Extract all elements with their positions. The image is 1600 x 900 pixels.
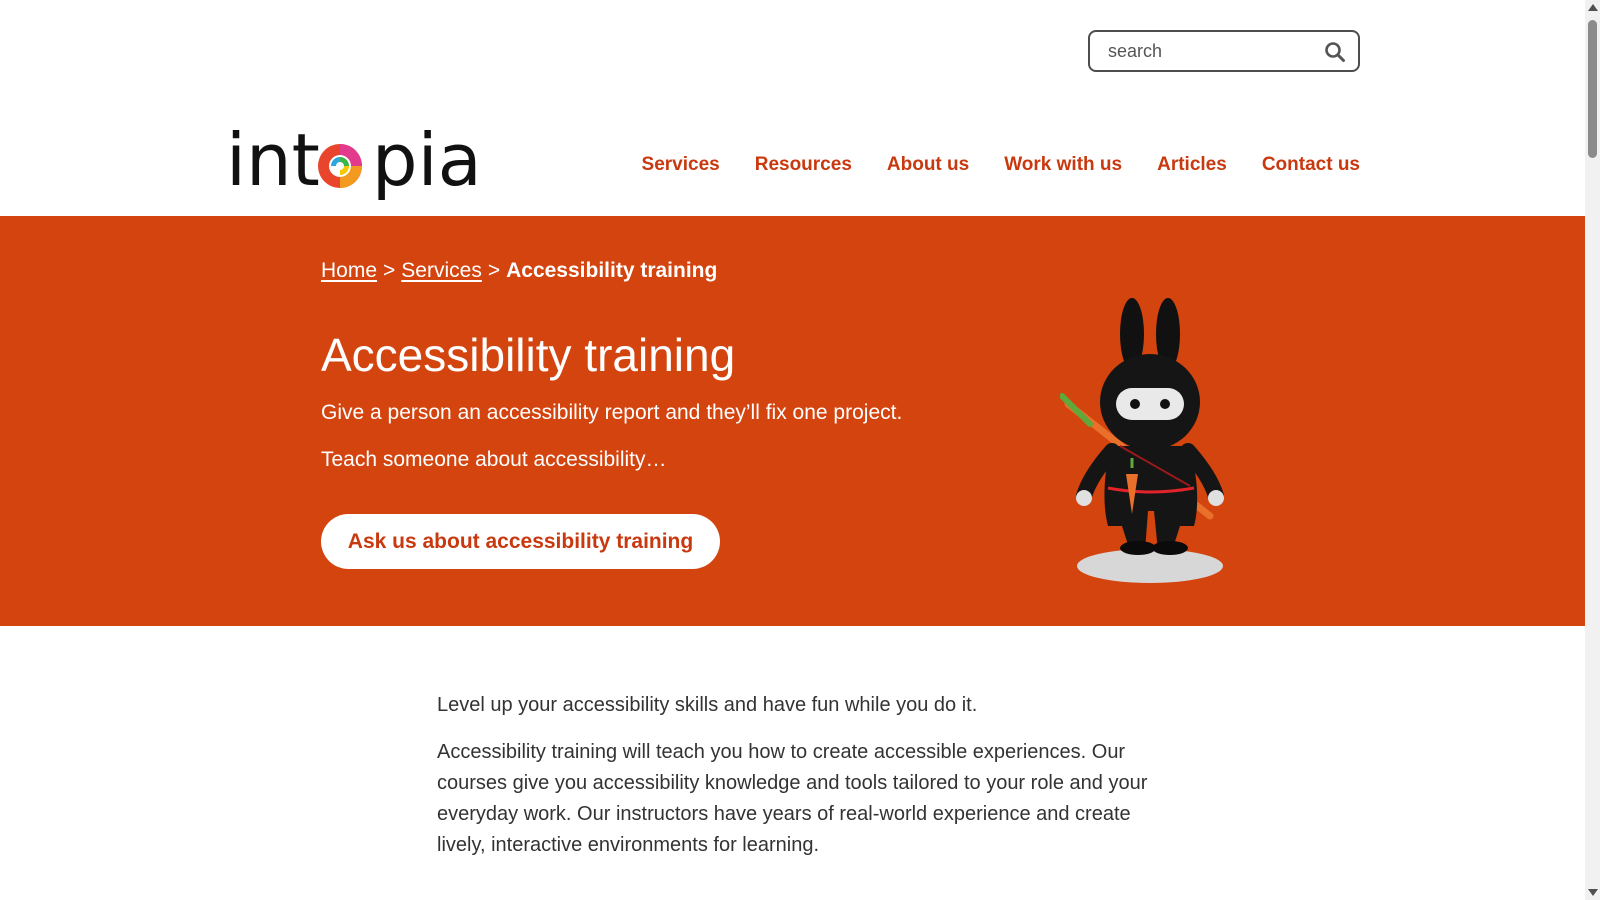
nav-articles[interactable]: Articles (1157, 154, 1227, 176)
scroll-down-arrow-icon[interactable] (1588, 889, 1598, 896)
nav-contact-us[interactable]: Contact us (1262, 154, 1360, 176)
nav-resources[interactable]: Resources (755, 154, 852, 176)
search-box (1088, 30, 1360, 72)
logo-swirl-icon (318, 144, 362, 188)
search-input[interactable] (1108, 40, 1318, 62)
search-icon[interactable] (1324, 41, 1346, 63)
page: intpia Services Resources About us Work … (0, 0, 1585, 900)
hero-text-2: Teach someone about accessibility… (321, 448, 667, 471)
hero-text-1: Give a person an accessibility report an… (321, 401, 903, 424)
breadcrumb-separator: > (487, 259, 501, 282)
nav-services[interactable]: Services (642, 154, 720, 176)
intro-paragraph-1: Level up your accessibility skills and h… (437, 694, 978, 716)
logo-text-start: int (226, 118, 320, 202)
nav-about-us[interactable]: About us (887, 154, 969, 176)
ask-training-button[interactable]: Ask us about accessibility training (321, 514, 720, 569)
hero-banner: Home > Services > Accessibility training Acc… (0, 216, 1585, 626)
intopia-logo[interactable]: int pia (226, 116, 486, 206)
breadcrumb-home[interactable]: Home (321, 259, 377, 282)
main-nav: Services Resources About us Work with us… (642, 154, 1360, 176)
breadcrumb-current: Accessibility training (506, 259, 718, 282)
breadcrumb-separator: > (383, 259, 396, 282)
nav-work-with-us[interactable]: Work with us (1004, 154, 1122, 176)
page-title: Accessibility training (321, 329, 736, 381)
scroll-up-arrow-icon[interactable] (1588, 4, 1598, 11)
intro-content: Level up your accessibility skills and h… (437, 690, 1157, 877)
scroll-thumb[interactable] (1588, 20, 1597, 158)
vertical-scrollbar[interactable] (1585, 0, 1600, 900)
breadcrumb: Home > Services > Accessibility training (321, 259, 717, 283)
logo-text-end: pia (371, 118, 482, 202)
breadcrumb-services[interactable]: Services (401, 259, 482, 282)
ninja-bunny-mascot-icon (1060, 298, 1224, 583)
intro-paragraph-2: Accessibility training will teach you ho… (437, 741, 1148, 856)
